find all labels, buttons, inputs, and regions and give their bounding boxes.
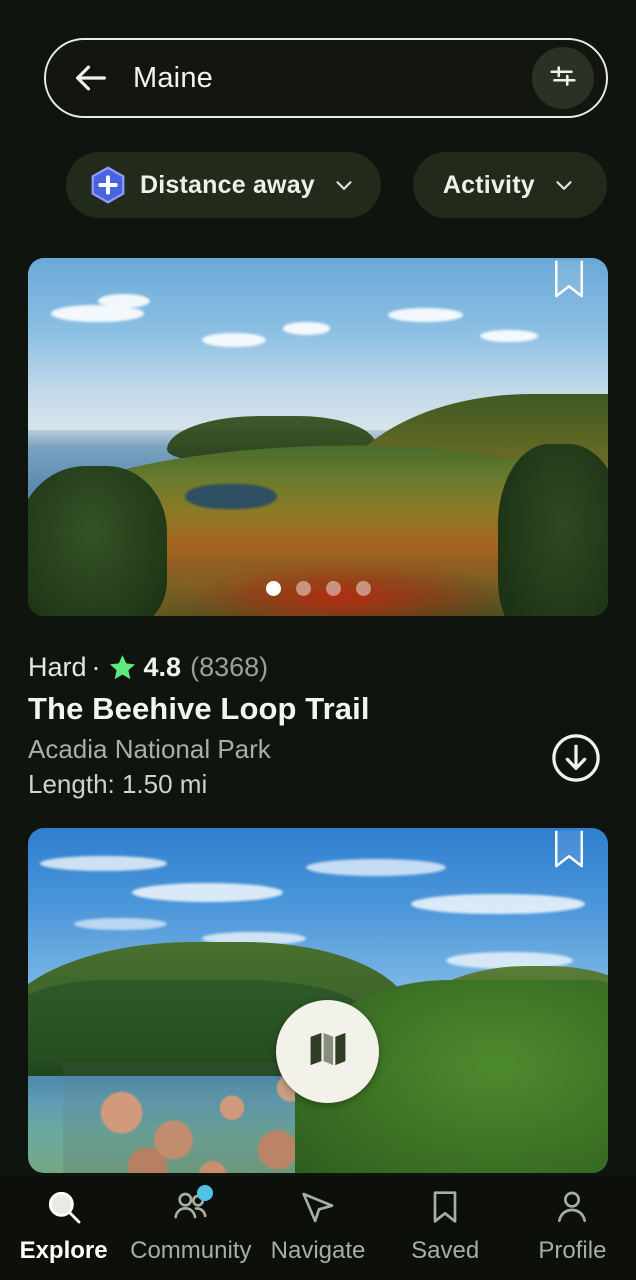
carousel-dot[interactable] [355, 581, 371, 596]
nav-label: Navigate [270, 1237, 366, 1264]
nav-item-explore[interactable]: Explore [0, 1186, 127, 1265]
meta-separator: · [91, 652, 101, 682]
filter-chip-label: Distance away [140, 170, 315, 199]
map-toggle-button[interactable] [276, 1000, 379, 1103]
search-input[interactable]: Maine [133, 62, 532, 95]
people-icon [170, 1185, 213, 1228]
back-arrow-icon[interactable] [68, 55, 114, 101]
nav-label: Community [130, 1237, 252, 1264]
app-screen: Maine Distance away Activity Hard · 4.8 … [0, 0, 636, 1280]
filter-chip-label: Activity [442, 170, 535, 199]
trail-park: Acadia National Park [28, 734, 271, 764]
filter-chip-activity[interactable]: Activity [412, 152, 607, 218]
carousel-dot[interactable] [265, 581, 281, 596]
trail-photo-autumn-coast [28, 258, 608, 616]
trail-difficulty: Hard [28, 652, 87, 682]
plus-hexagon-icon [88, 165, 128, 205]
trail-meta-row: Hard · 4.8 (8368) [28, 652, 608, 683]
nav-item-saved[interactable]: Saved [382, 1186, 509, 1265]
navigate-icon [297, 1186, 339, 1228]
search-icon [43, 1186, 85, 1228]
nav-label: Explore [19, 1237, 108, 1264]
map-icon [306, 1027, 350, 1076]
search-bar[interactable]: Maine [44, 38, 608, 118]
filter-chip-distance-away[interactable]: Distance away [66, 152, 381, 218]
star-icon [108, 653, 137, 682]
bookmark-icon [424, 1186, 466, 1228]
carousel-dot[interactable] [325, 581, 341, 596]
filter-button[interactable] [532, 47, 594, 109]
chevron-down-icon [331, 172, 357, 198]
bookmark-outline-icon[interactable] [552, 828, 586, 876]
trail-rating: 4.8 [143, 652, 182, 682]
nav-item-community[interactable]: Community [127, 1185, 254, 1265]
nav-label: Saved [411, 1237, 480, 1264]
trail-name[interactable]: The Beehive Loop Trail [28, 691, 608, 727]
tune-sliders-icon [546, 59, 580, 98]
nav-label: Profile [538, 1237, 607, 1264]
bookmark-outline-icon[interactable] [552, 258, 586, 306]
download-circle-icon[interactable] [550, 732, 602, 784]
person-icon [551, 1186, 593, 1228]
carousel-dot[interactable] [295, 581, 311, 596]
trail-length: Length: 1.50 mi [28, 769, 208, 799]
nav-item-navigate[interactable]: Navigate [254, 1186, 381, 1265]
trail-info-block[interactable]: Hard · 4.8 (8368) The Beehive Loop Trail… [28, 652, 608, 800]
chevron-down-icon [551, 172, 577, 198]
filter-chip-row: Distance away Activity [66, 152, 636, 218]
carousel-dots[interactable] [28, 581, 608, 596]
trail-review-count: (8368) [190, 652, 269, 682]
trail-card-photo-1[interactable] [28, 258, 608, 616]
nav-item-profile[interactable]: Profile [509, 1186, 636, 1265]
bottom-navigation: Explore Community Navigate Saved Profile [0, 1176, 636, 1280]
notification-badge [196, 1185, 213, 1201]
